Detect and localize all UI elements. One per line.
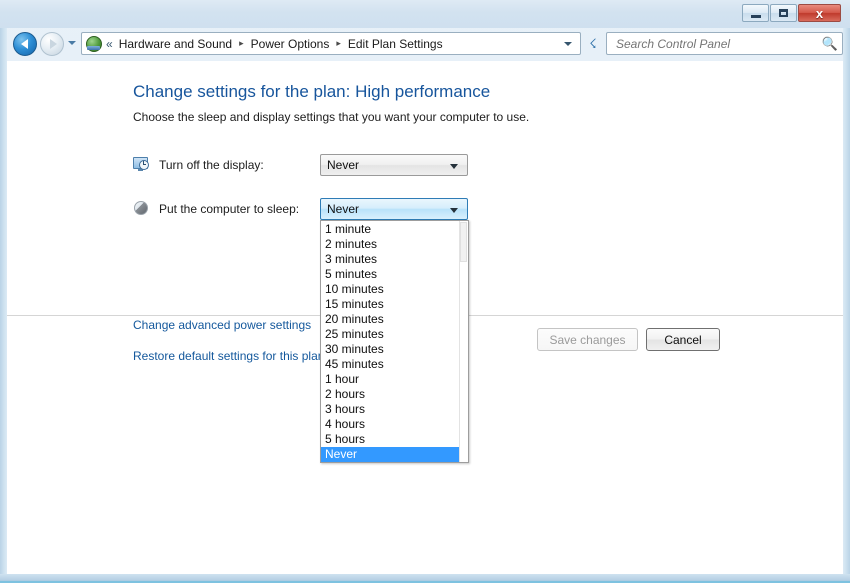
search-icon[interactable]: 🔍	[822, 36, 838, 52]
close-icon: x	[816, 7, 823, 20]
combobox-value-turn-off-display: Never	[327, 158, 359, 172]
search-input[interactable]	[614, 36, 822, 52]
content-pane: Change settings for the plan: High perfo…	[7, 61, 843, 574]
combobox-value-put-computer-to-sleep: Never	[327, 202, 359, 216]
address-chevron-down-icon[interactable]	[564, 42, 572, 46]
dropdown-scrollbar[interactable]	[459, 221, 468, 462]
maximize-button[interactable]	[770, 4, 797, 22]
breadcrumb-separator-icon[interactable]: ▸	[239, 38, 244, 49]
recent-pages-chevron-icon[interactable]	[68, 41, 76, 45]
dropdown-item[interactable]: 1 hour	[321, 372, 459, 387]
control-panel-icon	[86, 36, 102, 52]
dropdown-item[interactable]: 45 minutes	[321, 357, 459, 372]
dropdown-scrollbar-thumb[interactable]	[460, 222, 467, 262]
chevron-down-icon[interactable]	[450, 164, 458, 169]
dropdown-list-put-computer-to-sleep[interactable]: 1 minute2 minutes3 minutes5 minutes10 mi…	[320, 220, 469, 463]
setting-row-put-computer-to-sleep: Put the computer to sleep:	[133, 197, 299, 221]
maximize-icon	[779, 9, 788, 17]
refresh-icon: ☇	[589, 36, 596, 52]
cancel-button[interactable]: Cancel	[646, 328, 720, 351]
breadcrumb-item-hardware-and-sound[interactable]: Hardware and Sound	[117, 36, 234, 52]
dropdown-item[interactable]: 10 minutes	[321, 282, 459, 297]
dropdown-item[interactable]: 3 minutes	[321, 252, 459, 267]
chevron-down-icon[interactable]	[450, 208, 458, 213]
dropdown-item[interactable]: 5 hours	[321, 432, 459, 447]
window-border-right	[843, 0, 850, 583]
breadcrumb-item-edit-plan-settings: Edit Plan Settings	[346, 36, 445, 52]
window-border-left	[0, 0, 7, 583]
arrow-left-icon	[21, 39, 28, 49]
setting-row-turn-off-display: Turn off the display:	[133, 153, 264, 177]
dropdown-item[interactable]: 30 minutes	[321, 342, 459, 357]
forward-button[interactable]	[40, 32, 64, 56]
link-restore-default-settings[interactable]: Restore default settings for this plan	[133, 349, 324, 363]
search-box[interactable]: 🔍	[606, 32, 843, 55]
link-change-advanced-power-settings[interactable]: Change advanced power settings	[133, 318, 311, 332]
back-button[interactable]	[13, 32, 37, 56]
address-bar[interactable]: « Hardware and Sound ▸ Power Options ▸ E…	[81, 32, 581, 55]
dropdown-item[interactable]: 2 minutes	[321, 237, 459, 252]
setting-label-put-computer-to-sleep: Put the computer to sleep:	[159, 202, 299, 216]
navigation-bar: « Hardware and Sound ▸ Power Options ▸ E…	[7, 28, 843, 60]
page-subtitle: Choose the sleep and display settings th…	[133, 110, 529, 124]
combobox-turn-off-display[interactable]: Never	[320, 154, 468, 176]
dropdown-item[interactable]: 3 hours	[321, 402, 459, 417]
setting-label-turn-off-display: Turn off the display:	[159, 158, 264, 172]
dropdown-item[interactable]: 2 hours	[321, 387, 459, 402]
dropdown-item[interactable]: 1 minute	[321, 222, 459, 237]
dropdown-item[interactable]: 5 minutes	[321, 267, 459, 282]
control-panel-window: x « Hardware and Sound ▸ Power Options ▸…	[0, 0, 850, 583]
dropdown-items-container: 1 minute2 minutes3 minutes5 minutes10 mi…	[321, 222, 468, 462]
dropdown-item[interactable]: Never	[321, 447, 459, 462]
cancel-label: Cancel	[664, 333, 701, 347]
breadcrumb-separator-icon[interactable]: ▸	[336, 38, 341, 49]
save-changes-label: Save changes	[549, 333, 625, 347]
caption-button-group: x	[742, 4, 841, 22]
title-bar[interactable]: x	[0, 0, 850, 28]
sleep-moon-icon	[133, 200, 151, 218]
dropdown-item[interactable]: 20 minutes	[321, 312, 459, 327]
display-clock-icon	[133, 156, 151, 174]
refresh-button[interactable]: ☇	[582, 32, 604, 55]
minimize-icon	[751, 15, 761, 18]
dropdown-item[interactable]: 4 hours	[321, 417, 459, 432]
breadcrumb-item-power-options[interactable]: Power Options	[249, 36, 332, 52]
page-title: Change settings for the plan: High perfo…	[133, 82, 490, 102]
close-button[interactable]: x	[798, 4, 841, 22]
combobox-put-computer-to-sleep[interactable]: Never	[320, 198, 468, 220]
dropdown-item[interactable]: 15 minutes	[321, 297, 459, 312]
dropdown-item[interactable]: 25 minutes	[321, 327, 459, 342]
arrow-right-icon	[50, 39, 57, 49]
minimize-button[interactable]	[742, 4, 769, 22]
breadcrumb-overflow-icon[interactable]: «	[106, 37, 113, 51]
save-changes-button[interactable]: Save changes	[537, 328, 638, 351]
